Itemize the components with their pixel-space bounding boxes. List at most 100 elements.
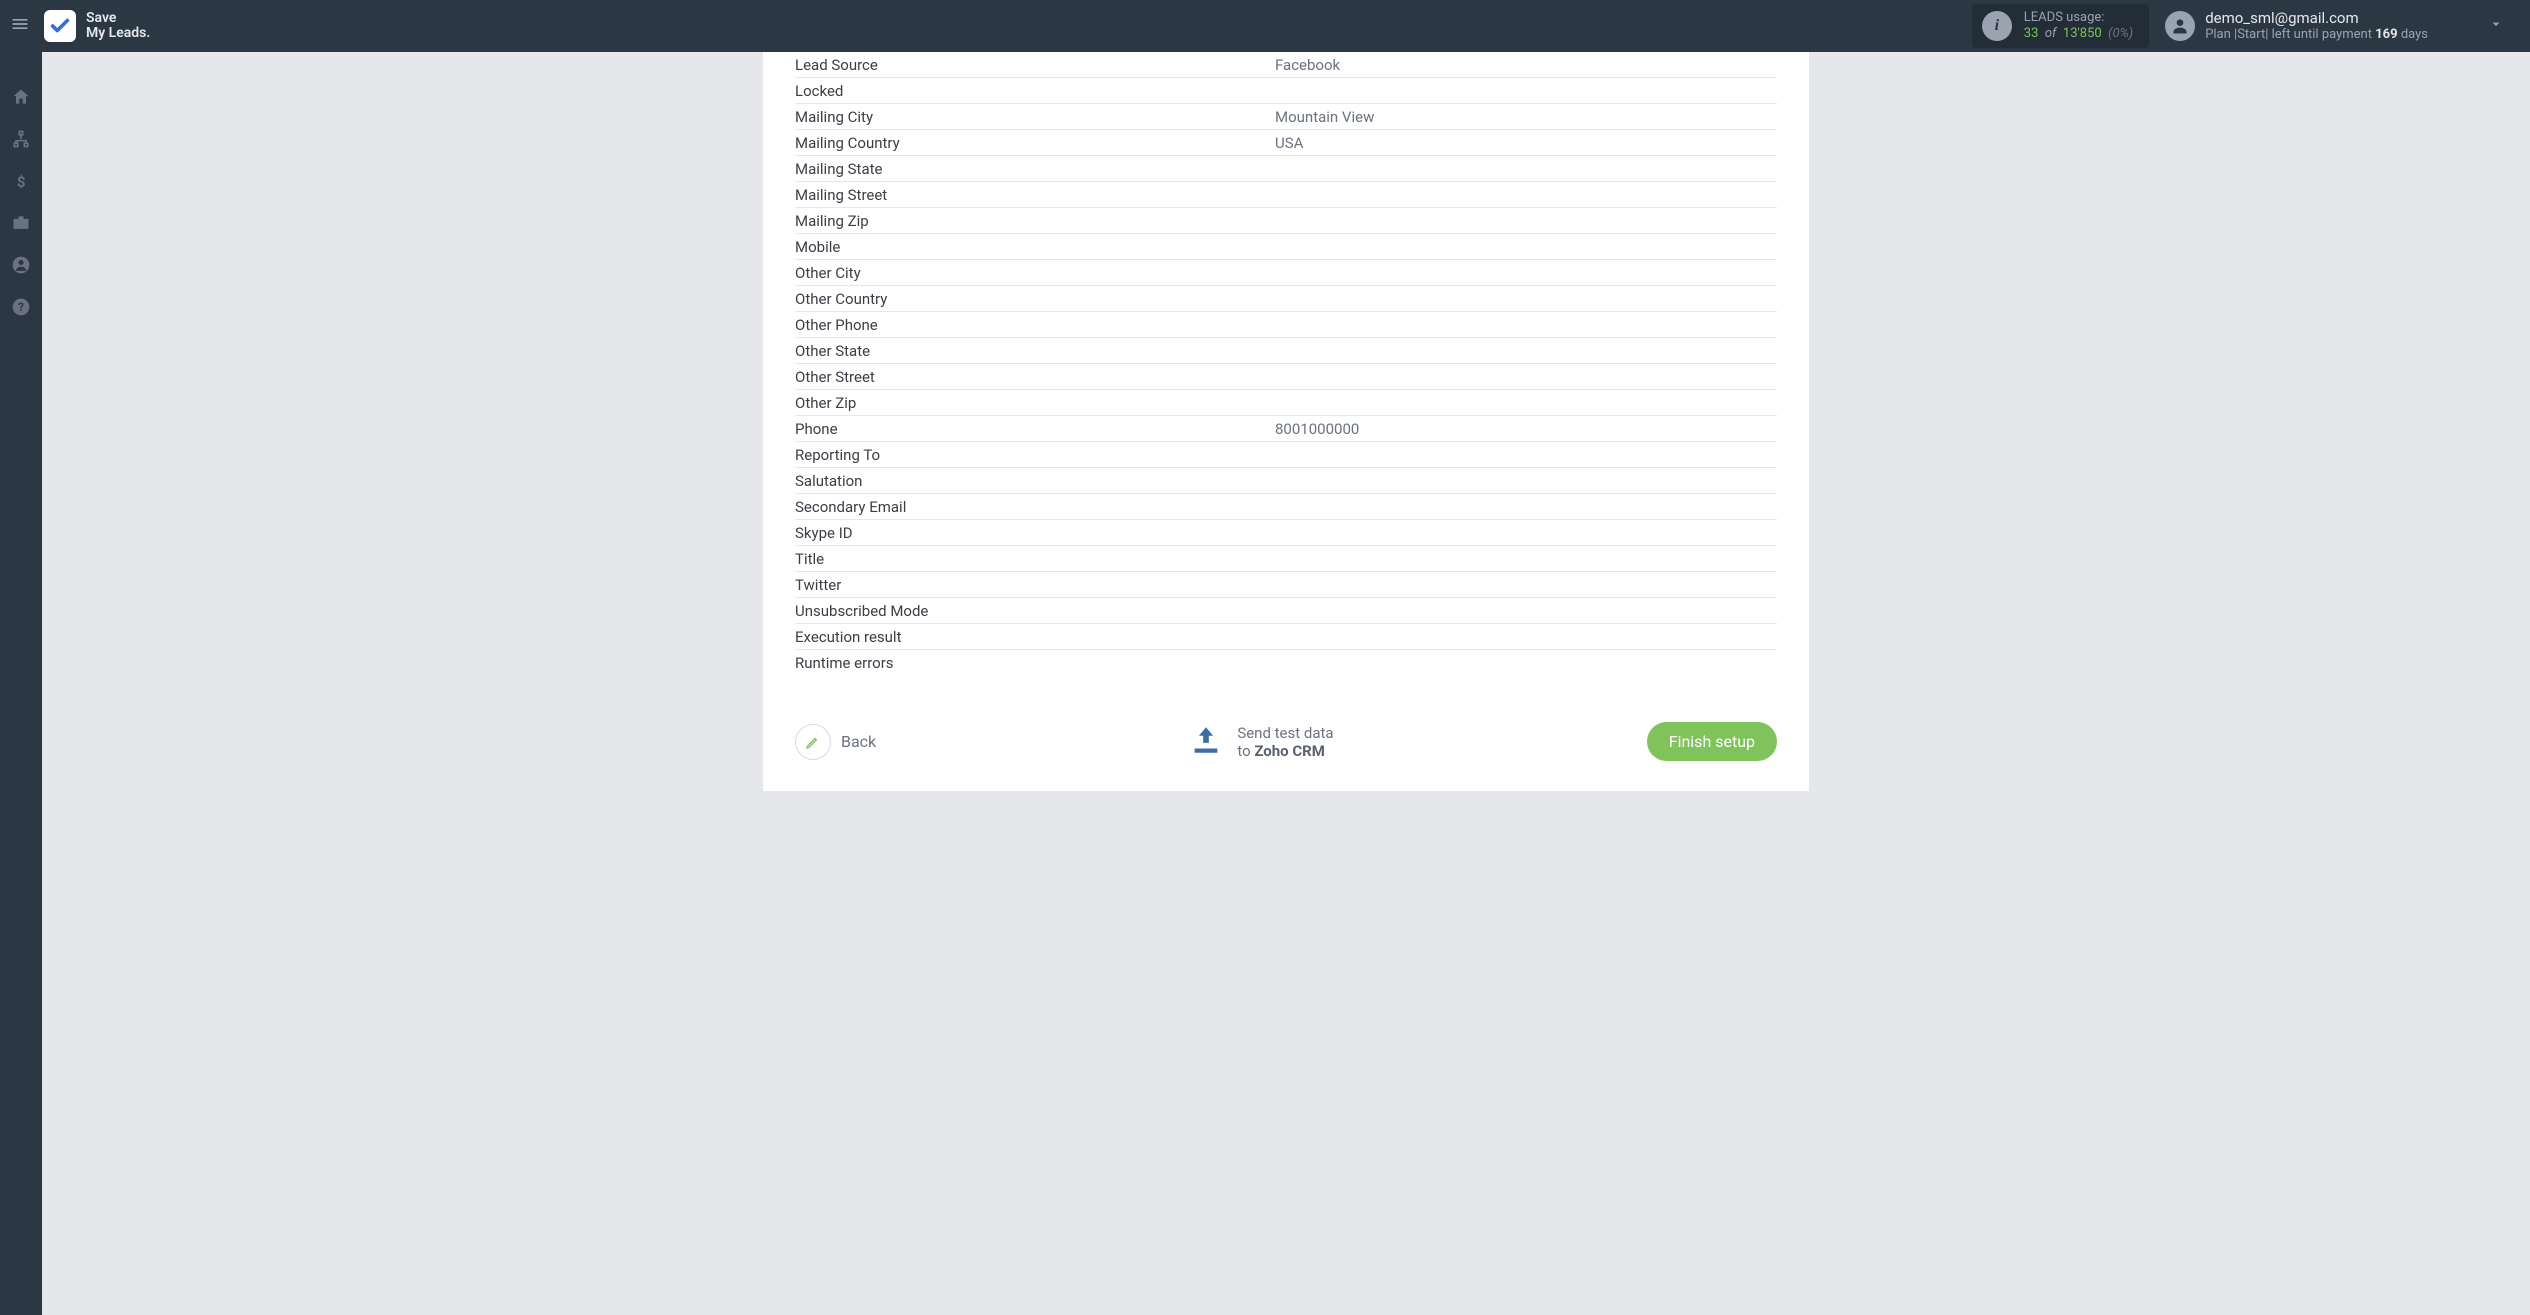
user-info: demo_sml@gmail.com Plan |Start| left unt… [2205,9,2428,44]
field-label: Skype ID [795,524,1275,542]
svg-text:$: $ [17,173,26,191]
question-circle-icon: ? [11,297,31,317]
field-row: Skype ID [795,520,1777,546]
field-label: Phone [795,420,1275,438]
usage-label: LEADS usage: [2024,10,2133,26]
sidebar-item-home[interactable] [0,76,42,118]
field-label: Other City [795,264,1275,282]
field-label: Twitter [795,576,1275,594]
brand-line1: Save [86,11,150,26]
field-label: Other Country [795,290,1275,308]
hamburger-menu-icon[interactable] [0,14,40,38]
send-test-line1: Send test data [1237,724,1333,742]
home-icon [11,87,31,107]
field-mapping-card: Lead SourceFacebookLockedMailing CityMou… [763,52,1809,791]
back-button[interactable]: Back [795,724,876,760]
field-label: Runtime errors [795,654,1275,672]
field-row: Other City [795,260,1777,286]
field-label: Mailing Country [795,134,1275,152]
sidebar-item-account[interactable] [0,244,42,286]
usage-used: 33 [2024,26,2039,41]
account-dropdown-toggle[interactable] [2478,16,2514,36]
field-row: Execution result [795,624,1777,650]
field-row: Other Street [795,364,1777,390]
field-row: Mailing CityMountain View [795,104,1777,130]
field-label: Other Phone [795,316,1275,334]
field-label: Locked [795,82,1275,100]
app-header: Save My Leads. i LEADS usage: 33 of 13'8… [0,0,2530,52]
brand-line2: My Leads. [86,26,150,41]
finish-setup-button[interactable]: Finish setup [1647,722,1777,761]
field-label: Other Zip [795,394,1275,412]
field-label: Other Street [795,368,1275,386]
field-row: Secondary Email [795,494,1777,520]
field-label: Execution result [795,628,1275,646]
field-row: Mailing Zip [795,208,1777,234]
field-row: Other Zip [795,390,1777,416]
send-test-button[interactable]: Send test data to Zoho CRM [1189,723,1333,761]
leads-usage-widget[interactable]: i LEADS usage: 33 of 13'850 (0%) [1972,4,2149,49]
field-label: Secondary Email [795,498,1275,516]
pencil-icon [805,734,821,750]
field-row: Other Phone [795,312,1777,338]
field-row: Unsubscribed Mode [795,598,1777,624]
action-bar: Back Send test data to Zoho CRM Finish s… [795,722,1777,761]
field-label: Salutation [795,472,1275,490]
avatar-icon [2165,11,2195,41]
field-label: Mobile [795,238,1275,256]
field-value: Facebook [1275,56,1777,74]
field-label: Mailing Zip [795,212,1275,230]
field-label: Unsubscribed Mode [795,602,1275,620]
sidebar-nav: $ ? [0,52,42,1315]
usage-text: LEADS usage: 33 of 13'850 (0%) [2024,10,2133,43]
sidebar-item-connections[interactable] [0,118,42,160]
usage-of: of [2045,26,2057,41]
field-row: Phone8001000000 [795,416,1777,442]
field-label: Title [795,550,1275,568]
field-row: Locked [795,78,1777,104]
app-logo[interactable] [44,10,76,42]
briefcase-icon [11,213,31,233]
svg-text:?: ? [18,300,24,314]
field-row: Twitter [795,572,1777,598]
user-email: demo_sml@gmail.com [2205,9,2428,28]
field-label: Mailing State [795,160,1275,178]
user-circle-icon [11,255,31,275]
field-row: Runtime errors [795,650,1777,676]
dollar-icon: $ [11,171,31,191]
send-test-label: Send test data to Zoho CRM [1237,724,1333,760]
field-row: Salutation [795,468,1777,494]
sidebar-item-integrations[interactable] [0,202,42,244]
upload-icon [1189,723,1223,761]
back-label: Back [841,732,876,751]
sidebar-item-help[interactable]: ? [0,286,42,328]
info-icon: i [1982,11,2012,41]
field-rows-container: Lead SourceFacebookLockedMailing CityMou… [795,52,1777,676]
field-row: Other Country [795,286,1777,312]
field-label: Mailing Street [795,186,1275,204]
field-label: Lead Source [795,56,1275,74]
edit-circle [795,724,831,760]
field-row: Mailing Street [795,182,1777,208]
field-row: Mailing CountryUSA [795,130,1777,156]
field-row: Reporting To [795,442,1777,468]
field-row: Other State [795,338,1777,364]
field-row: Title [795,546,1777,572]
usage-pct: (0%) [2108,26,2133,41]
usage-total: 13'850 [2063,26,2102,41]
field-row: Mobile [795,234,1777,260]
field-value: 8001000000 [1275,420,1777,438]
main-content: Lead SourceFacebookLockedMailing CityMou… [42,52,2530,1315]
field-row: Mailing State [795,156,1777,182]
user-plan: Plan |Start| left until payment 169 days [2205,27,2428,43]
chevron-down-icon [2488,16,2504,32]
sidebar-item-billing[interactable]: $ [0,160,42,202]
sitemap-icon [11,129,31,149]
field-label: Other State [795,342,1275,360]
brand-name: Save My Leads. [86,11,150,42]
field-label: Mailing City [795,108,1275,126]
field-value: USA [1275,134,1777,152]
field-row: Lead SourceFacebook [795,52,1777,78]
user-account-widget[interactable]: demo_sml@gmail.com Plan |Start| left unt… [2165,9,2428,44]
field-value: Mountain View [1275,108,1777,126]
